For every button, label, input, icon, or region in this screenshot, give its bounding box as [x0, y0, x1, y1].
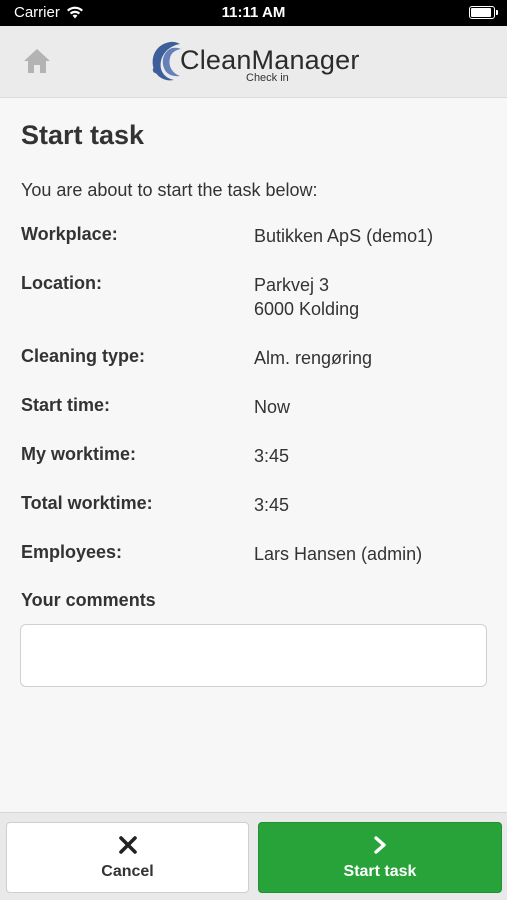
clock: 11:11 AM: [221, 4, 286, 21]
action-bar: Cancel Start task: [0, 812, 507, 900]
total-worktime-label: Total worktime:: [21, 493, 153, 513]
home-icon[interactable]: [22, 46, 52, 76]
start-task-button-label: Start task: [343, 862, 417, 880]
chevron-right-icon: [374, 835, 386, 854]
employees-label: Employees:: [21, 542, 123, 562]
workplace-label: Workplace:: [21, 224, 118, 244]
start-time-label: Start time:: [21, 395, 111, 415]
location-label: Location:: [21, 273, 102, 293]
intro-text: You are about to start the task below:: [21, 180, 318, 200]
location-city: 6000 Kolding: [254, 299, 360, 319]
cleaning-type-value: Alm. rengøring: [254, 348, 373, 368]
app-header: CleanManager Check in: [0, 26, 507, 98]
my-worktime-value: 3:45: [254, 446, 290, 466]
workplace-value: Butikken ApS (demo1): [254, 226, 434, 246]
comments-input[interactable]: [20, 624, 487, 687]
start-task-button[interactable]: Start task: [258, 822, 502, 893]
close-icon: [118, 835, 137, 854]
total-worktime-value: 3:45: [254, 495, 290, 515]
location-street: Parkvej 3: [254, 275, 330, 295]
employees-value: Lars Hansen (admin): [254, 544, 423, 564]
my-worktime-label: My worktime:: [21, 444, 137, 464]
page-title: Start task: [21, 120, 145, 150]
status-bar: Carrier 11:11 AM: [0, 0, 507, 26]
comments-label: Your comments: [21, 590, 156, 610]
app-subtitle: Check in: [246, 72, 289, 84]
location-value: Parkvej 3 6000 Kolding: [254, 273, 359, 321]
battery-icon: [469, 6, 498, 19]
cleaning-type-label: Cleaning type:: [21, 346, 146, 366]
app-logo: CleanManager Check in: [150, 38, 370, 86]
start-time-value: Now: [254, 397, 291, 417]
cancel-button[interactable]: Cancel: [6, 822, 249, 893]
cancel-button-label: Cancel: [101, 862, 154, 880]
